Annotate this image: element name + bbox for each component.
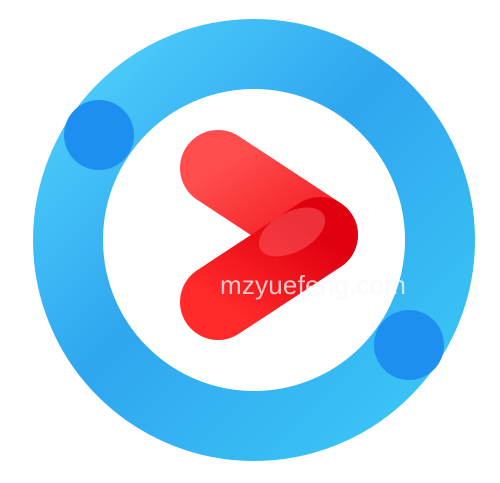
play-ring-logo-icon bbox=[33, 19, 475, 461]
app-logo: mzyuefeng.com bbox=[0, 0, 500, 478]
ring-dot-bottom-right bbox=[374, 310, 444, 380]
ring-dot-top-left bbox=[64, 100, 134, 170]
